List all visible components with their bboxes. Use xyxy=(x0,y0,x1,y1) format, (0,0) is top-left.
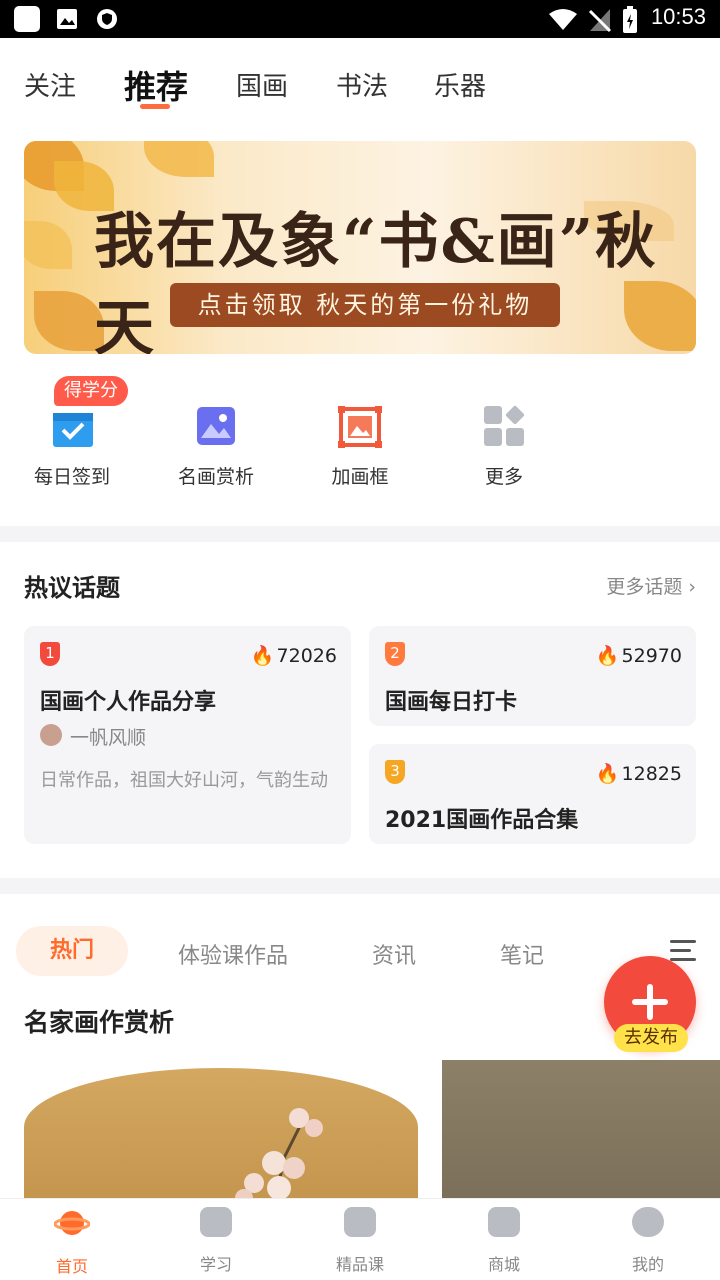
store-icon xyxy=(488,1207,520,1237)
topic-description: 日常作品，祖国大好山河，气韵生动 xyxy=(40,770,328,791)
autumn-banner[interactable]: 我在及象“书&画”秋天 点击领取 秋天的第一份礼物 xyxy=(24,141,696,354)
publish-label[interactable]: 去发布 xyxy=(614,1024,688,1052)
fire-icon: 🔥 xyxy=(595,763,620,785)
feed-tab-notes[interactable]: 笔记 xyxy=(500,938,544,970)
bottom-navigation: 首页 学习 精品课 商城 我的 xyxy=(0,1198,720,1280)
picture-icon xyxy=(197,407,235,445)
heat-count: 🔥 52970 xyxy=(596,644,682,667)
fire-icon: 🔥 xyxy=(595,645,620,667)
calendar-check-icon xyxy=(53,413,93,447)
topic-card-2[interactable]: 2 🔥 52970 国画每日打卡 xyxy=(369,626,696,726)
quick-action-label: 每日签到 xyxy=(33,466,110,488)
frame-icon xyxy=(338,406,382,448)
nav-home[interactable]: 首页 xyxy=(22,1207,122,1277)
painting-thumbnail[interactable] xyxy=(442,1060,720,1210)
plus-icon xyxy=(647,984,653,1020)
fire-icon: 🔥 xyxy=(250,645,275,667)
topic-card-1[interactable]: 1 🔥 72026 国画个人作品分享 一帆风顺 日常作品，祖国大好山河，气韵生动 xyxy=(24,626,351,844)
leaf-decoration xyxy=(144,141,214,177)
feed-tab-trial-works[interactable]: 体验课作品 xyxy=(178,938,288,970)
more-topics-link[interactable]: 更多话题 › xyxy=(606,572,696,599)
nav-label: 商城 xyxy=(487,1255,520,1274)
profile-icon xyxy=(632,1207,664,1237)
clock: 10:53 xyxy=(650,4,706,29)
chevron-right-icon: › xyxy=(688,576,696,598)
shield-notification-icon xyxy=(97,9,117,29)
tab-calligraphy[interactable]: 书法 xyxy=(336,66,388,103)
leaf-decoration xyxy=(24,221,72,269)
status-bar: 10:53 xyxy=(0,0,720,38)
battery-icon xyxy=(623,6,637,33)
painting-thumbnail[interactable] xyxy=(24,1068,418,1208)
video-icon xyxy=(200,1207,232,1237)
nav-store[interactable]: 商城 xyxy=(454,1207,554,1275)
course-icon xyxy=(344,1207,376,1237)
quick-action-label: 加画框 xyxy=(331,466,389,488)
nav-label: 学习 xyxy=(199,1255,232,1274)
feed-tab-bar: 热门 体验课作品 资讯 笔记 xyxy=(0,924,720,980)
avatar xyxy=(40,724,62,746)
menu-icon[interactable] xyxy=(670,940,696,962)
planet-home-icon xyxy=(54,1211,90,1235)
wifi-icon xyxy=(549,9,577,30)
rank-badge: 3 xyxy=(385,760,405,784)
topic-title: 国画个人作品分享 xyxy=(40,690,217,715)
heat-count: 🔥 12825 xyxy=(596,762,682,785)
nav-study[interactable]: 学习 xyxy=(166,1207,266,1275)
heat-value: 12825 xyxy=(621,763,682,785)
no-signal-icon xyxy=(588,9,612,33)
app-notification-icon xyxy=(14,6,40,32)
nav-label: 我的 xyxy=(631,1255,664,1274)
banner-cta[interactable]: 点击领取 秋天的第一份礼物 xyxy=(170,283,560,327)
topic-title: 国画每日打卡 xyxy=(385,690,518,715)
flower-painting xyxy=(235,1108,323,1208)
topic-card-3[interactable]: 3 🔥 12825 2021国画作品合集 xyxy=(369,744,696,844)
tab-instruments[interactable]: 乐器 xyxy=(434,66,486,103)
credit-badge: 得学分 xyxy=(54,376,128,406)
active-tab-indicator xyxy=(140,104,170,109)
section-divider xyxy=(0,526,720,542)
nav-label: 精品课 xyxy=(335,1255,384,1274)
nav-label: 首页 xyxy=(55,1257,88,1276)
quick-action-label: 更多 xyxy=(484,466,523,488)
heat-value: 72026 xyxy=(276,645,337,667)
nav-profile[interactable]: 我的 xyxy=(598,1207,698,1275)
heat-value: 52970 xyxy=(621,645,682,667)
rank-badge: 1 xyxy=(40,642,60,666)
hot-topics-title: 热议话题 xyxy=(24,574,120,602)
rank-badge: 2 xyxy=(385,642,405,666)
image-notification-icon xyxy=(57,9,77,29)
section-title: 名家画作赏析 xyxy=(24,1008,175,1037)
more-topics-label: 更多话题 xyxy=(606,576,683,598)
heat-count: 🔥 72026 xyxy=(251,644,337,667)
top-tab-bar: 关注 推荐 国画 书法 乐器 xyxy=(0,38,720,128)
tab-guohua[interactable]: 国画 xyxy=(236,66,288,103)
quick-action-label: 名画赏析 xyxy=(177,466,254,488)
grid-more-icon xyxy=(484,405,525,446)
tab-follow[interactable]: 关注 xyxy=(24,66,76,103)
topic-title: 2021国画作品合集 xyxy=(385,808,579,833)
nav-premium-courses[interactable]: 精品课 xyxy=(310,1207,410,1275)
feed-tab-hot[interactable]: 热门 xyxy=(16,926,128,976)
banner-title: 我在及象“书&画”秋天 xyxy=(94,207,658,354)
feed-tab-news[interactable]: 资讯 xyxy=(372,938,416,970)
author-name: 一帆风顺 xyxy=(70,727,147,749)
tab-recommend[interactable]: 推荐 xyxy=(124,62,188,108)
section-divider xyxy=(0,878,720,894)
